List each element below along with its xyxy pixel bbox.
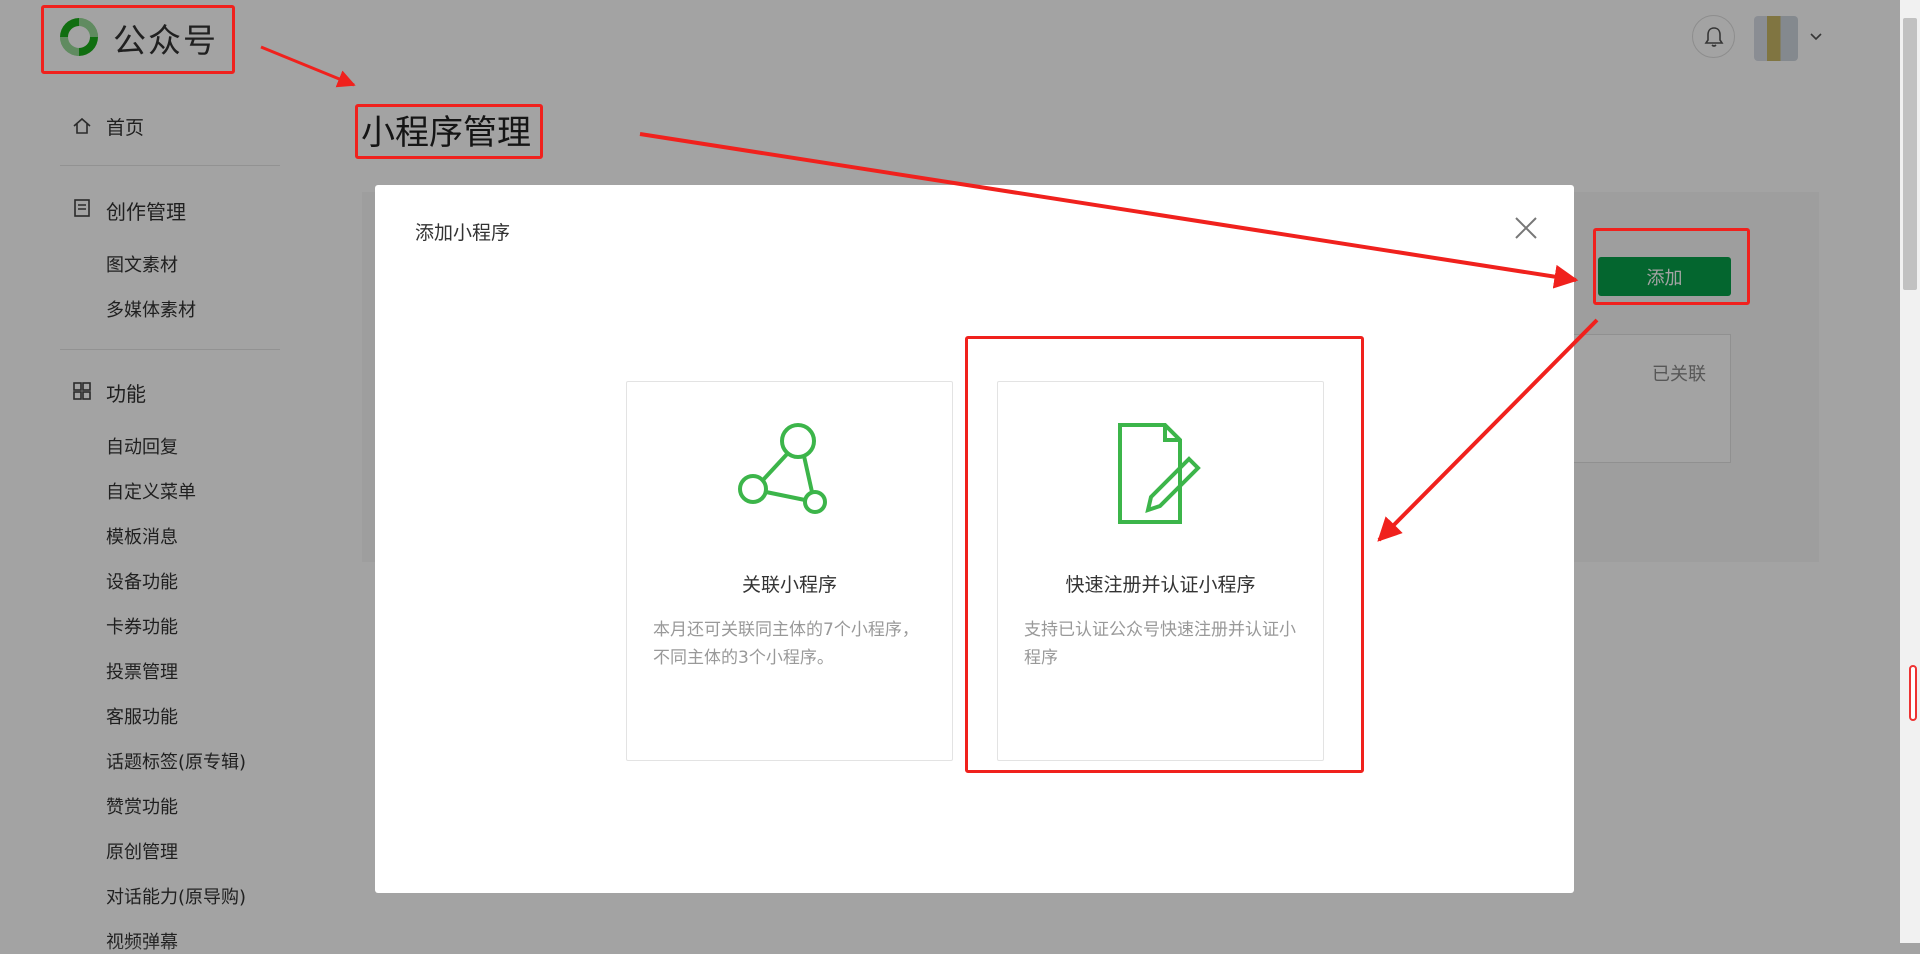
option-link-miniprogram[interactable]: 关联小程序 本月还可关联同主体的7个小程序，不同主体的3个小程序。	[626, 381, 953, 761]
option-title: 关联小程序	[741, 574, 837, 596]
annotation-box-add-button	[1593, 228, 1750, 305]
option-description: 本月还可关联同主体的7个小程序，不同主体的3个小程序。	[653, 620, 919, 668]
scrollbar-thumb[interactable]	[1903, 18, 1917, 290]
annotation-box-title	[355, 104, 543, 159]
annotation-box-register-option	[965, 336, 1364, 773]
link-network-icon	[738, 423, 827, 514]
dialog-title: 添加小程序	[415, 222, 511, 244]
annotation-box-brand	[41, 5, 235, 74]
close-icon[interactable]	[1510, 212, 1542, 244]
scroll-marker	[1909, 665, 1917, 721]
